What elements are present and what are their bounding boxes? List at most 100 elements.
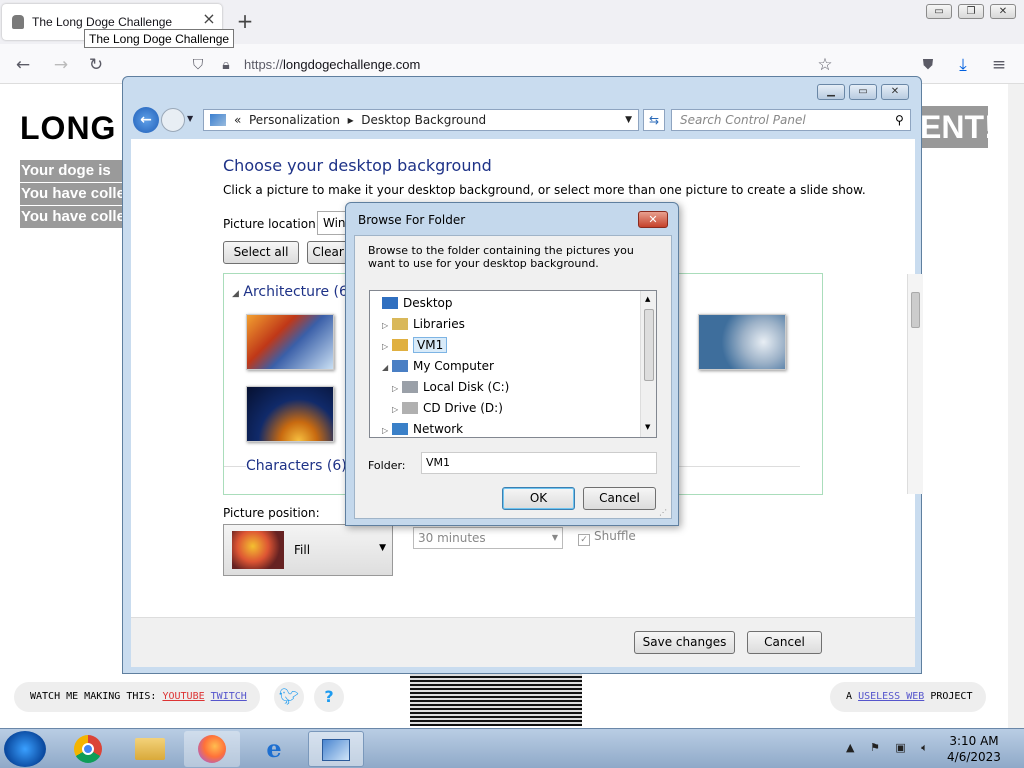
select-all-button[interactable]: Select all	[223, 241, 299, 264]
url-bar[interactable]: https://longdogechallenge.com	[244, 57, 420, 72]
chrome-icon[interactable]	[60, 731, 116, 767]
cp-forward-icon[interactable]	[161, 108, 185, 132]
useless-web-link[interactable]: USELESS WEB	[858, 691, 924, 702]
dialog-cancel-button[interactable]: Cancel	[583, 487, 656, 510]
resize-grip-icon[interactable]: ⋰	[659, 508, 667, 517]
tree-item[interactable]: ▷ Local Disk (C:)	[370, 377, 509, 398]
tab-tooltip: The Long Doge Challenge	[84, 29, 235, 48]
lock-icon[interactable]: 🔒︎	[215, 54, 237, 76]
tree-item[interactable]: ▷ CD Drive (D:)	[370, 398, 503, 419]
chevron-down-icon: ▼	[551, 533, 558, 542]
network-icon	[392, 423, 408, 435]
cd-drive-icon	[402, 402, 418, 414]
tree-item[interactable]: ▷ Network	[370, 419, 463, 437]
project-label: PROJECT	[930, 691, 973, 702]
tree-item-label: Libraries	[413, 317, 465, 331]
expand-arrow-icon[interactable]: ▷	[382, 420, 392, 437]
minimize-browser-button[interactable]: ▭	[926, 4, 952, 19]
cp-history-dropdown-icon[interactable]: ▼	[187, 114, 193, 123]
desktop-icon	[382, 297, 398, 309]
wallpaper-thumbnail[interactable]	[246, 386, 334, 442]
start-button[interactable]	[4, 731, 46, 767]
expand-arrow-icon[interactable]: ▷	[382, 336, 392, 357]
pocket-icon[interactable]: ⛊	[917, 54, 939, 76]
back-icon[interactable]: ←	[12, 54, 34, 76]
close-tab-icon[interactable]: ×	[200, 10, 218, 28]
breadcrumb-desktop-background[interactable]: Desktop Background	[361, 113, 486, 127]
tree-item[interactable]: ◢ My Computer	[370, 356, 494, 377]
new-tab-button[interactable]: +	[234, 10, 256, 32]
control-panel-taskbar-icon[interactable]	[308, 731, 364, 767]
save-changes-button[interactable]: Save changes	[634, 631, 735, 654]
shuffle-checkbox[interactable]: ✓ Shuffle	[578, 529, 636, 546]
cp-refresh-icon[interactable]: ⇆	[643, 109, 665, 131]
folder-input[interactable]: VM1	[421, 452, 657, 474]
close-cp-button[interactable]: ✕	[881, 84, 909, 100]
tree-item-label: My Computer	[413, 359, 494, 373]
expand-arrow-icon[interactable]: ▷	[392, 378, 402, 399]
tab-title: The Long Doge Challenge	[32, 15, 173, 29]
tree-item[interactable]: Desktop	[370, 293, 453, 314]
wallpaper-thumbnail[interactable]	[698, 314, 786, 370]
maximize-browser-button[interactable]: ❐	[958, 4, 984, 19]
ok-button[interactable]: OK	[502, 487, 575, 510]
tree-scrollbar[interactable]: ▲ ▼	[640, 291, 656, 437]
breadcrumb-personalization[interactable]: Personalization	[249, 113, 340, 127]
cp-page-title: Choose your desktop background	[223, 156, 492, 175]
expand-arrow-icon[interactable]: ▷	[382, 315, 392, 336]
downloads-icon[interactable]: ⤓	[952, 54, 974, 76]
clock[interactable]: 3:10 AM 4/6/2023	[944, 733, 1004, 765]
cp-cancel-button[interactable]: Cancel	[747, 631, 822, 654]
picture-position-value: Fill	[294, 543, 311, 557]
help-button[interactable]: ?	[314, 682, 344, 712]
watch-label: WATCH ME MAKING THIS:	[30, 691, 157, 702]
expand-arrow-icon[interactable]: ◢	[382, 357, 392, 378]
tree-item[interactable]: ▷ Libraries	[370, 314, 465, 335]
maximize-cp-button[interactable]: ▭	[849, 84, 877, 100]
tree-scroll-thumb[interactable]	[644, 309, 654, 381]
dialog-description: Browse to the folder containing the pict…	[368, 244, 634, 270]
explorer-icon[interactable]	[122, 731, 178, 767]
gallery-scroll-thumb[interactable]	[911, 292, 920, 328]
twitch-link[interactable]: TWITCH	[211, 691, 247, 702]
expand-arrow-icon[interactable]: ▷	[392, 399, 402, 420]
cp-address-bar[interactable]: « Personalization ▸ Desktop Background ▼	[203, 109, 639, 131]
scroll-down-icon[interactable]: ▼	[645, 423, 650, 431]
dialog-body: Browse to the folder containing the pict…	[354, 235, 672, 519]
minimize-cp-button[interactable]: ▁	[817, 84, 845, 100]
internet-explorer-icon[interactable]: e	[246, 731, 302, 767]
category-architecture[interactable]: ◢ Architecture (6)	[232, 284, 353, 300]
firefox-icon[interactable]	[184, 731, 240, 767]
tree-item-label: Desktop	[403, 296, 453, 310]
breadcrumb-overflow[interactable]: «	[234, 113, 241, 127]
close-browser-button[interactable]: ✕	[990, 4, 1016, 19]
picture-position-select[interactable]: Fill ▼	[223, 524, 393, 576]
cp-back-icon[interactable]: ←	[133, 107, 159, 133]
forward-icon[interactable]: →	[50, 54, 72, 76]
page-scrollbar[interactable]	[1008, 84, 1024, 728]
collected-text-2: You have colle	[20, 206, 124, 228]
dialog-close-button[interactable]: ✕	[638, 211, 668, 228]
clock-time: 3:10 AM	[949, 734, 999, 748]
breadcrumb-separator-icon[interactable]: ▸	[348, 113, 354, 127]
tree-item-label: Local Disk (C:)	[423, 380, 510, 394]
gallery-scrollbar[interactable]	[907, 274, 923, 494]
tree-item[interactable]: ▷ VM1	[370, 335, 448, 357]
wallpaper-thumbnail[interactable]	[246, 314, 334, 370]
bookmark-star-icon[interactable]: ☆	[814, 54, 836, 76]
menu-icon[interactable]: ≡	[988, 54, 1010, 76]
cp-description: Click a picture to make it your desktop …	[223, 183, 866, 197]
address-dropdown-icon[interactable]: ▼	[625, 110, 632, 130]
shield-icon[interactable]: ⛉	[187, 54, 209, 76]
cp-search-input[interactable]: Search Control Panel	[671, 109, 911, 131]
interval-select[interactable]: 30 minutes ▼	[413, 527, 563, 549]
reload-icon[interactable]: ↻	[85, 54, 107, 76]
twitter-icon[interactable]: 🐦︎	[274, 682, 304, 712]
youtube-link[interactable]: YOUTUBE	[162, 691, 204, 702]
category-characters[interactable]: Characters (6)	[246, 458, 351, 474]
page-heading: LONG	[20, 110, 117, 146]
browse-folder-dialog: Browse For Folder ✕ Browse to the folder…	[345, 202, 679, 526]
system-tray[interactable]: ▲ ⚑ ▣ 🔈︎	[846, 741, 934, 755]
search-icon[interactable]: ⚲	[895, 113, 904, 127]
scroll-up-icon[interactable]: ▲	[645, 295, 650, 303]
